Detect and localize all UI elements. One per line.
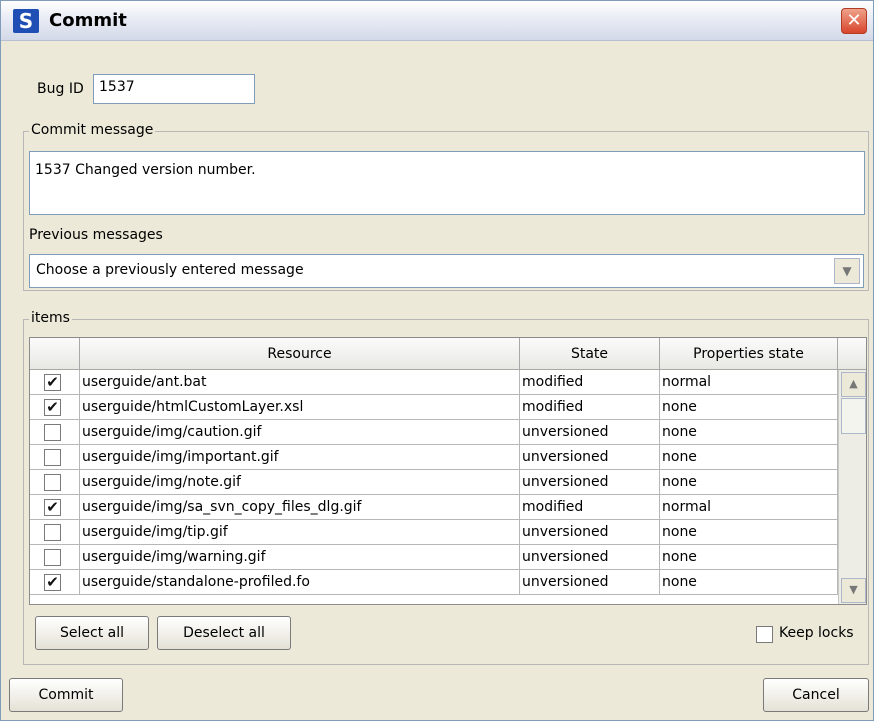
row-checkbox[interactable]	[44, 549, 61, 566]
resource-cell: userguide/img/important.gif	[80, 445, 520, 470]
arrow-up-icon[interactable]: ▲	[841, 372, 866, 397]
properties-state-cell: none	[660, 520, 838, 545]
commit-dialog: S Commit ✕ Bug ID 1537 Commit message 15…	[0, 0, 874, 721]
properties-state-cell: normal	[660, 370, 838, 395]
previous-messages-selected: Choose a previously entered message	[36, 262, 304, 278]
commit-message-textarea[interactable]: 1537 Changed version number.	[29, 151, 865, 215]
previous-messages-label: Previous messages	[29, 227, 163, 243]
deselect-all-button[interactable]: Deselect all	[157, 616, 291, 650]
resource-cell: userguide/img/note.gif	[80, 470, 520, 495]
resource-cell: userguide/htmlCustomLayer.xsl	[80, 395, 520, 420]
window-title: Commit	[49, 10, 127, 31]
resource-cell: userguide/img/tip.gif	[80, 520, 520, 545]
select-all-button[interactable]: Select all	[35, 616, 149, 650]
bug-id-label: Bug ID	[37, 81, 84, 97]
state-cell: unversioned	[520, 570, 660, 595]
row-checkbox[interactable]	[44, 524, 61, 541]
previous-messages-select[interactable]: Choose a previously entered message ▼	[29, 254, 864, 288]
properties-state-cell: none	[660, 420, 838, 445]
row-checkbox[interactable]: ✔	[44, 399, 61, 416]
properties-state-cell: none	[660, 545, 838, 570]
table-row[interactable]: userguide/img/note.gif unversioned none	[30, 470, 838, 495]
row-checkbox[interactable]	[44, 449, 61, 466]
state-cell: unversioned	[520, 445, 660, 470]
resource-cell: userguide/img/warning.gif	[80, 545, 520, 570]
chevron-down-icon[interactable]: ▼	[834, 258, 860, 284]
row-checkbox[interactable]: ✔	[44, 574, 61, 591]
properties-state-cell: normal	[660, 495, 838, 520]
checkbox-cell	[30, 545, 80, 570]
title-bar[interactable]: S Commit ✕	[1, 1, 873, 41]
checkbox-cell	[30, 520, 80, 545]
table-row[interactable]: ✔ userguide/htmlCustomLayer.xsl modified no…	[30, 395, 838, 420]
cancel-button[interactable]: Cancel	[763, 678, 869, 712]
keep-locks-checkbox[interactable]	[756, 626, 773, 643]
row-checkbox[interactable]	[44, 474, 61, 491]
resource-cell: userguide/standalone-profiled.fo	[80, 570, 520, 595]
table-scrollbar[interactable]: ▲ ▼	[838, 370, 866, 604]
state-cell: modified	[520, 395, 660, 420]
table-row[interactable]: userguide/img/tip.gif unversioned none	[30, 520, 838, 545]
bug-id-value: 1537	[99, 79, 135, 95]
items-legend: items	[29, 310, 72, 326]
app-icon: S	[13, 9, 39, 33]
table-row[interactable]: ✔ userguide/standalone-profiled.fo unversi…	[30, 570, 838, 595]
row-checkbox[interactable]: ✔	[44, 499, 61, 516]
properties-state-cell: none	[660, 470, 838, 495]
scrollbar-thumb[interactable]	[841, 398, 866, 434]
close-icon[interactable]: ✕	[841, 8, 867, 34]
commit-button[interactable]: Commit	[9, 678, 123, 712]
table-row[interactable]: userguide/img/warning.gif unversioned none	[30, 545, 838, 570]
table-row[interactable]: userguide/img/caution.gif unversioned none	[30, 420, 838, 445]
properties-state-cell: none	[660, 445, 838, 470]
state-cell: unversioned	[520, 520, 660, 545]
resource-cell: userguide/img/sa_svn_copy_files_dlg.gif	[80, 495, 520, 520]
checkbox-cell	[30, 470, 80, 495]
table-header-state[interactable]: State	[520, 338, 660, 370]
commit-message-legend: Commit message	[29, 122, 156, 138]
table-row[interactable]: userguide/img/important.gif unversioned no…	[30, 445, 838, 470]
checkbox-cell: ✔	[30, 570, 80, 595]
bug-id-field[interactable]: 1537	[93, 74, 255, 104]
checkbox-cell: ✔	[30, 370, 80, 395]
row-checkbox[interactable]	[44, 424, 61, 441]
state-cell: unversioned	[520, 470, 660, 495]
arrow-down-icon[interactable]: ▼	[841, 578, 866, 603]
state-cell: modified	[520, 495, 660, 520]
table-header-corner	[838, 338, 866, 370]
properties-state-cell: none	[660, 395, 838, 420]
state-cell: modified	[520, 370, 660, 395]
table-row[interactable]: ✔ userguide/ant.bat modified normal	[30, 370, 838, 395]
row-checkbox[interactable]: ✔	[44, 374, 61, 391]
keep-locks-label: Keep locks	[779, 625, 854, 641]
state-cell: unversioned	[520, 545, 660, 570]
checkbox-cell: ✔	[30, 395, 80, 420]
state-cell: unversioned	[520, 420, 660, 445]
items-table: Resource State Properties state ✔ usergui…	[29, 337, 867, 605]
table-header-resource[interactable]: Resource	[80, 338, 520, 370]
checkbox-cell	[30, 420, 80, 445]
table-row[interactable]: ✔ userguide/img/sa_svn_copy_files_dlg.gif…	[30, 495, 838, 520]
resource-cell: userguide/img/caution.gif	[80, 420, 520, 445]
table-header-properties-state[interactable]: Properties state	[660, 338, 838, 370]
commit-message-value: 1537 Changed version number.	[35, 162, 256, 178]
checkbox-cell: ✔	[30, 495, 80, 520]
resource-cell: userguide/ant.bat	[80, 370, 520, 395]
checkbox-cell	[30, 445, 80, 470]
properties-state-cell: none	[660, 570, 838, 595]
table-header-check[interactable]	[30, 338, 80, 370]
